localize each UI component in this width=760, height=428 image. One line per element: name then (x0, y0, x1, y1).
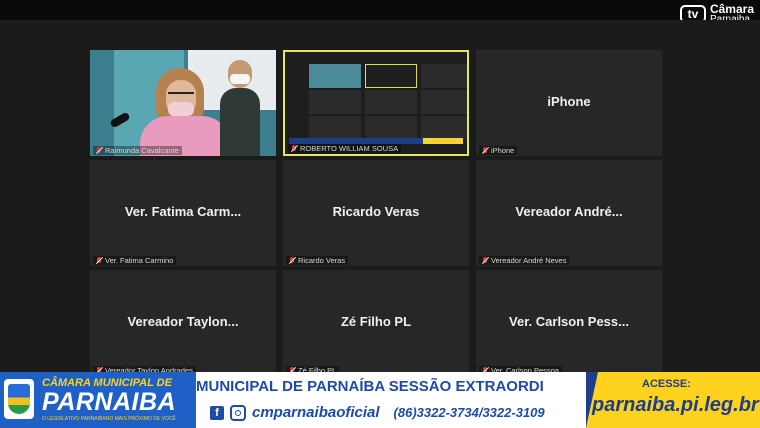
participant-tile-video[interactable]: Raimunda Cavalcante (90, 50, 276, 156)
shared-screen-content (291, 60, 467, 140)
participant-tile[interactable]: iPhone iPhone (476, 50, 662, 156)
participant-name: iPhone (491, 146, 515, 155)
org-name-line2: PARNAIBA (42, 388, 177, 416)
participant-label: Vereador André Neves (479, 256, 570, 265)
participant-name: Ver. Fatima Carmino (105, 256, 174, 265)
mic-muted-icon (482, 257, 488, 264)
participant-name: Vereador André Neves (491, 256, 567, 265)
participant-label: iPhone (479, 146, 518, 155)
ticker-text: MUNICIPAL DE PARNAÍBA SESSÃO EXTRAORDI (196, 378, 544, 395)
mic-muted-icon (96, 257, 102, 264)
acesse-label: ACESSE: (642, 378, 691, 390)
social-handle: cmparnaibaoficial (252, 404, 380, 421)
participant-display-name: Ver. Fatima Carm... (124, 204, 242, 219)
participant-name: Ricardo Veras (298, 256, 346, 265)
participant-label: Ricardo Veras (286, 256, 349, 265)
participant-label: ROBERTO WILLIAM SOUSA (288, 144, 402, 153)
participant-display-name: Ricardo Veras (332, 204, 420, 219)
facebook-icon: f (210, 405, 224, 420)
participant-tile[interactable]: Ver. Fatima Carm... Ver. Fatima Carmino (90, 160, 276, 266)
org-logo-block: CÂMARA MUNICIPAL DE PARNAIBA O LEGISLATI… (0, 372, 196, 428)
participant-display-name: Vereador Taylon... (127, 314, 239, 329)
second-person (220, 56, 260, 156)
participant-tile[interactable]: Ver. Carlson Pess... Ver. Carlson Pessoa (476, 270, 662, 376)
participant-display-name: Vereador André... (515, 204, 623, 219)
top-bar (0, 0, 760, 20)
social-row: f cmparnaibaoficial (86)3322-3734/3322-3… (210, 404, 545, 421)
crest-icon (4, 379, 34, 419)
mic-muted-icon (289, 257, 295, 264)
participant-name: ROBERTO WILLIAM SOUSA (300, 144, 399, 153)
org-slogan: O LEGISLATIVO PARNAIBANO MAIS PRÓXIMO DE… (42, 416, 176, 422)
participant-tile[interactable]: Zé Filho PL Zé Filho PL (283, 270, 469, 376)
phone-number: (86)3322-3734/3322-3109 (393, 405, 545, 420)
broadcast-banner: CÂMARA MUNICIPAL DE PARNAIBA O LEGISLATI… (0, 372, 760, 428)
participant-display-name: Zé Filho PL (340, 314, 412, 329)
participant-tile[interactable]: Vereador André... Vereador André Neves (476, 160, 662, 266)
participant-display-name: Ver. Carlson Pess... (509, 314, 629, 329)
participant-tile[interactable]: Vereador Taylon... Vereador Taylon Andra… (90, 270, 276, 376)
participant-display-name: iPhone (547, 94, 591, 109)
participant-tile-screen-share[interactable]: ROBERTO WILLIAM SOUSA (283, 50, 469, 156)
mic-muted-icon (96, 147, 102, 154)
participant-label: Raimunda Cavalcante (93, 146, 182, 155)
mic-muted-icon (482, 147, 488, 154)
instagram-icon (230, 404, 246, 421)
participant-tile[interactable]: Ricardo Veras Ricardo Veras (283, 160, 469, 266)
participant-name: Raimunda Cavalcante (105, 146, 179, 155)
mic-muted-icon (291, 145, 297, 152)
website-url: parnaiba.pi.leg.br (592, 394, 759, 416)
participant-label: Ver. Fatima Carmino (93, 256, 177, 265)
